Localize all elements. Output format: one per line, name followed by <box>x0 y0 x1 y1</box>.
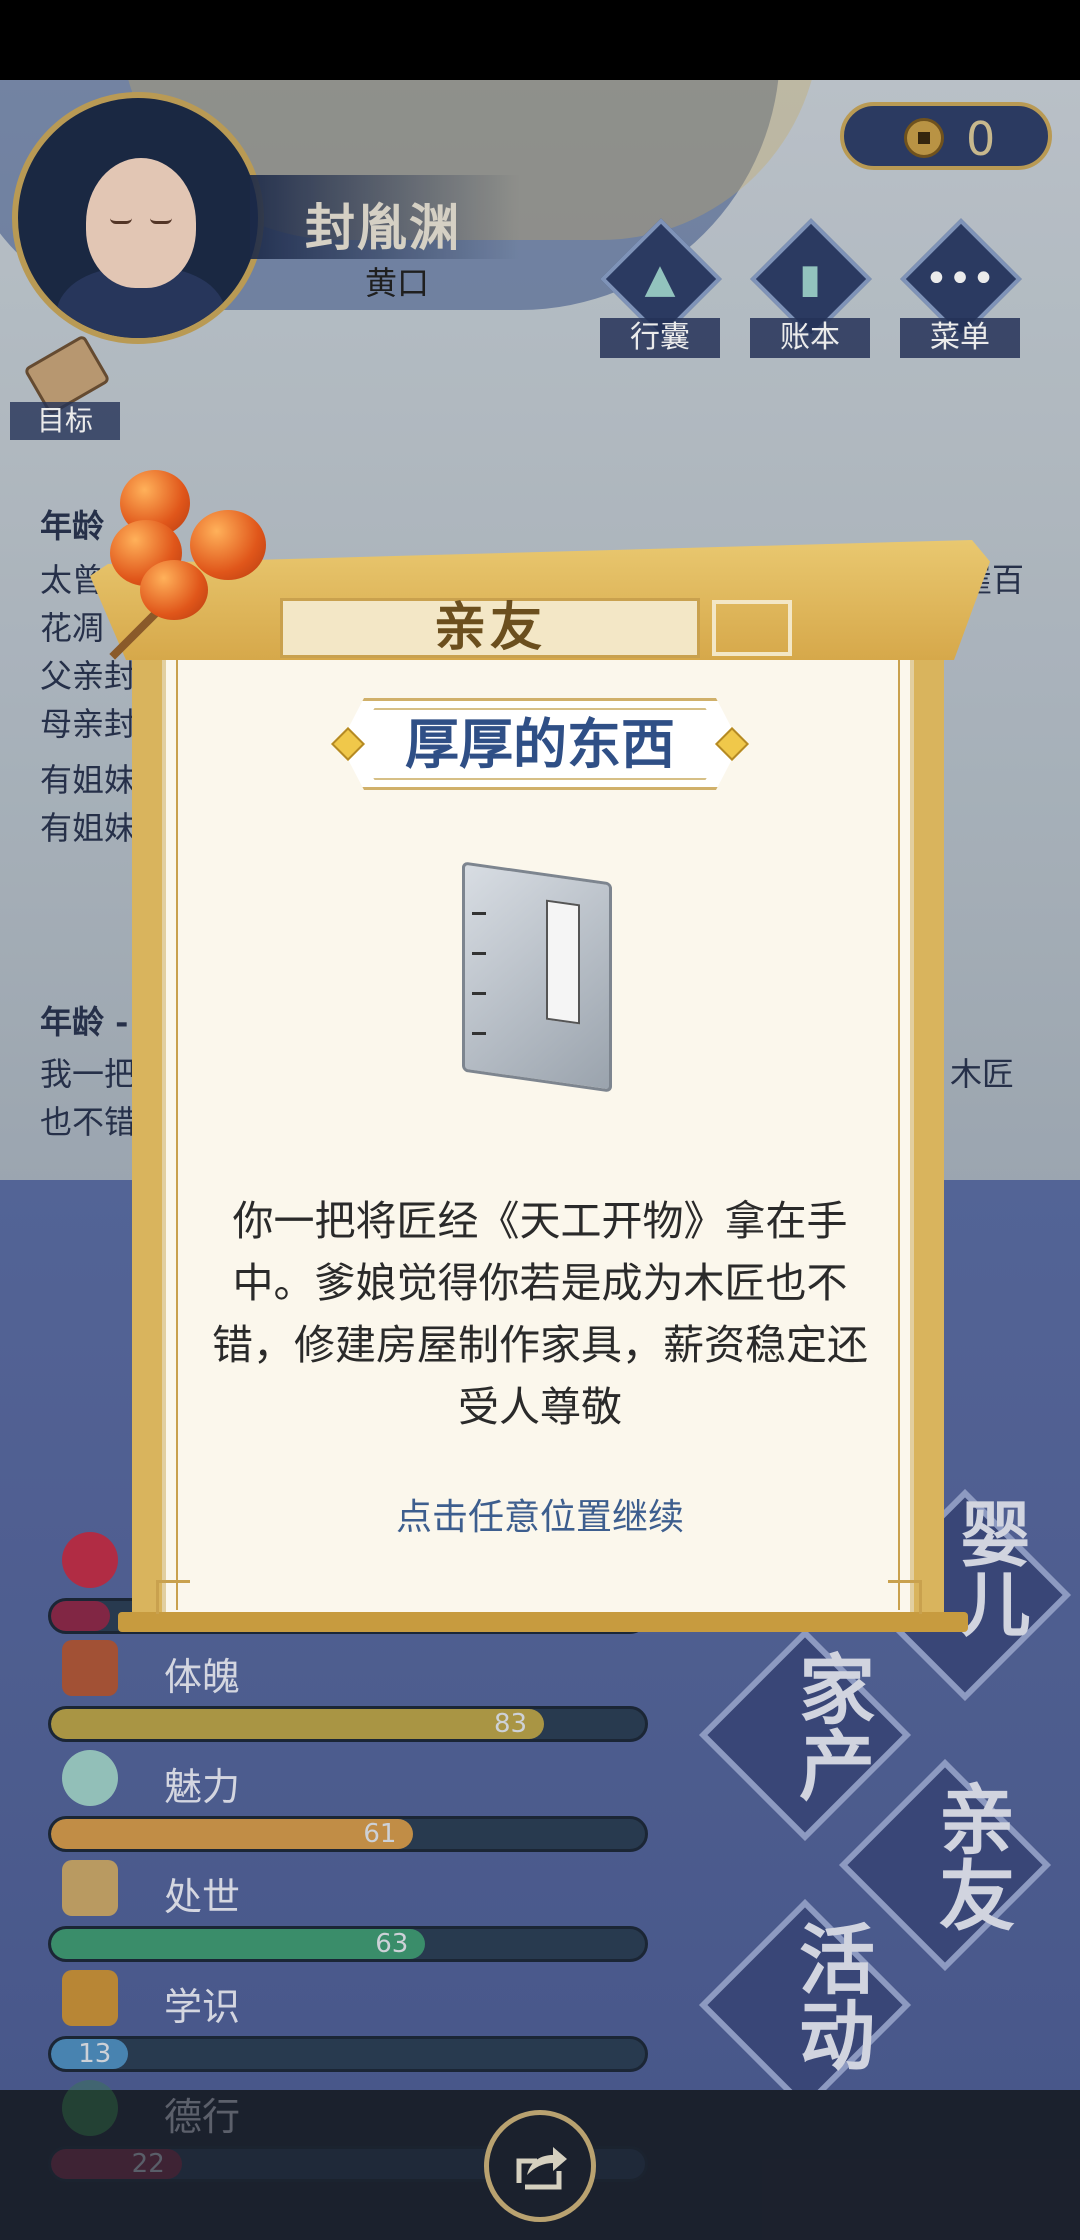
fruit <box>140 560 208 620</box>
dialog-bottom-rod <box>118 1612 968 1632</box>
book-label <box>546 899 580 1025</box>
dialog-border <box>176 660 900 1610</box>
candied-fruit-icon <box>100 460 290 660</box>
corner-ornament <box>888 1580 922 1614</box>
dialog-subtitle: 厚厚的东西 <box>405 712 675 776</box>
book-icon <box>442 861 638 1109</box>
continue-hint[interactable]: 点击任意位置继续 <box>200 1488 880 1540</box>
book-stitch <box>472 912 486 915</box>
book-stitch <box>472 992 486 995</box>
book-stitch <box>472 1032 486 1035</box>
book-stitch <box>472 952 486 955</box>
dialog-header-title: 亲友 <box>433 597 546 658</box>
header-ornament-box <box>712 600 792 656</box>
corner-ornament <box>156 1580 190 1614</box>
book-cover <box>462 861 612 1093</box>
fruit <box>190 510 266 580</box>
dialog-body-text: 你一把将匠经《天工开物》拿在手中。爹娘觉得你若是成为木匠也不错，修建房屋制作家具… <box>212 1197 868 1431</box>
